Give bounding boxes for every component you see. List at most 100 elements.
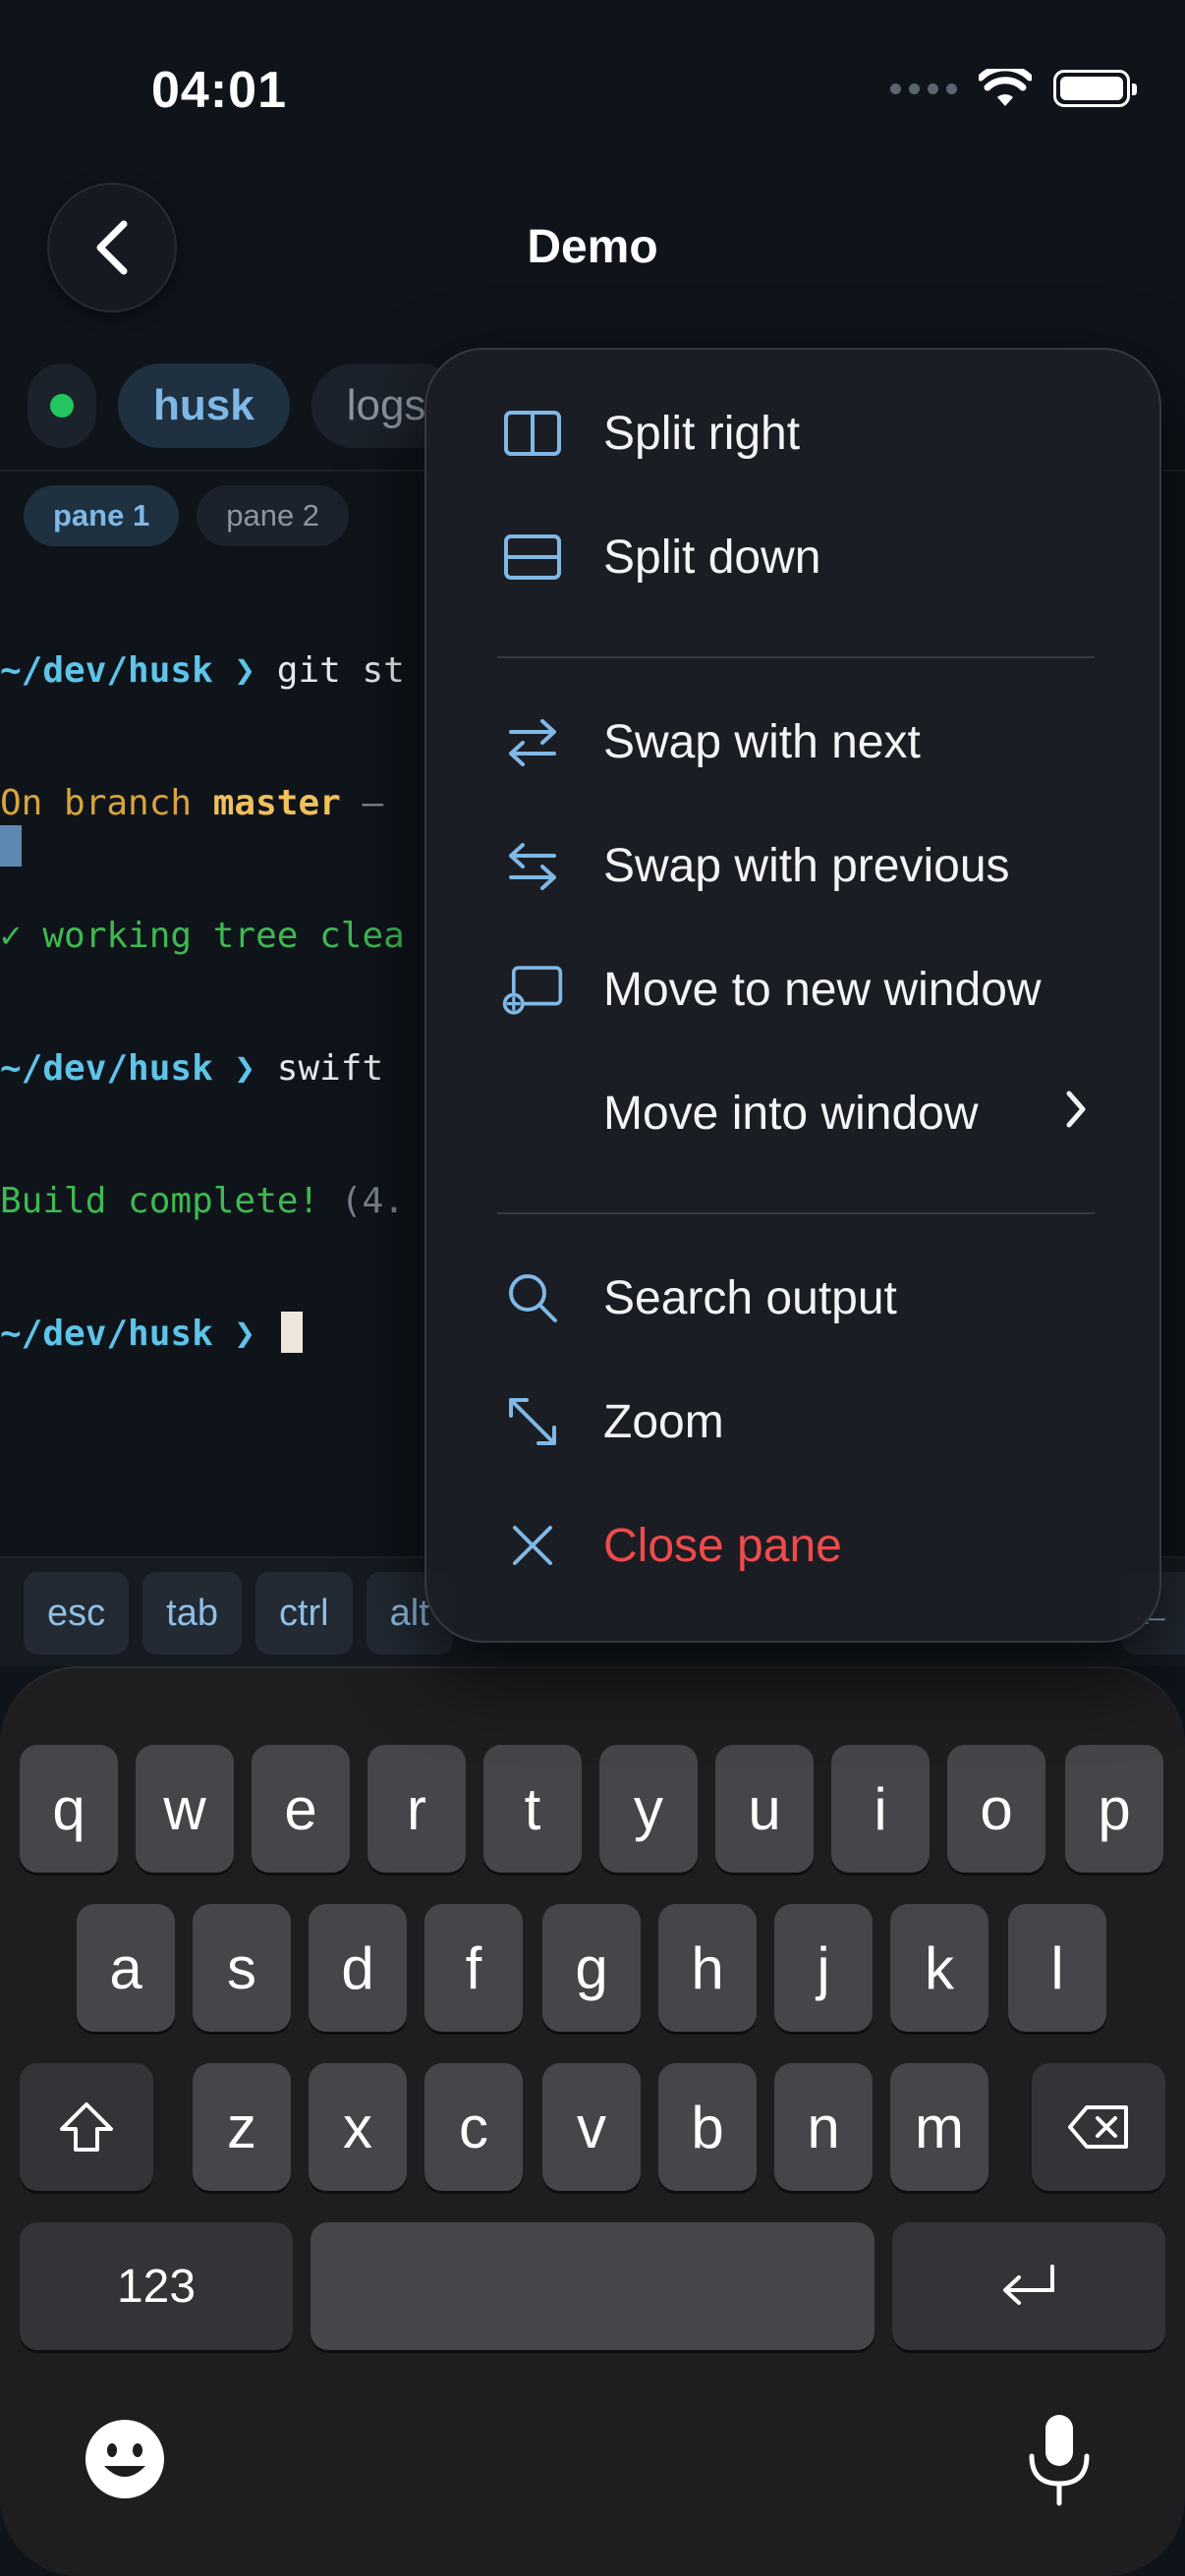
pane-context-menu: Split right Split down Swap with next Sw… <box>424 348 1161 1643</box>
output-text: — <box>340 783 384 823</box>
backspace-icon <box>1068 2105 1128 2149</box>
key-r[interactable]: r <box>367 1745 466 1873</box>
split-down-icon <box>501 526 564 588</box>
key-h[interactable]: h <box>658 1904 757 2032</box>
swap-icon <box>501 710 564 773</box>
key-x[interactable]: x <box>309 2063 407 2191</box>
pane-chip-1[interactable]: pane 1 <box>24 485 180 546</box>
key-j[interactable]: j <box>774 1904 873 2032</box>
cellular-signal-icon <box>890 83 957 94</box>
emoji-icon <box>85 2420 164 2498</box>
emoji-key[interactable] <box>81 2415 169 2503</box>
menu-item-split-down[interactable]: Split down <box>426 503 1163 611</box>
prompt: ~/dev/husk ❯ <box>0 1314 277 1354</box>
tab-husk[interactable]: husk <box>118 364 290 448</box>
key-s[interactable]: s <box>193 1904 291 2032</box>
split-right-icon <box>501 402 564 465</box>
terminal-line: ~/dev/husk ❯ git st <box>0 648 405 693</box>
key-w[interactable]: w <box>136 1745 234 1873</box>
menu-item-swap-previous[interactable]: Swap with previous <box>426 812 1163 920</box>
terminal-output[interactable]: ~/dev/husk ❯ git st On branch master — ✓… <box>0 560 405 1400</box>
menu-item-zoom[interactable]: Zoom <box>426 1368 1163 1476</box>
terminal-line: ~/dev/husk ❯ swift <box>0 1046 405 1091</box>
menu-item-label: Search output <box>603 1271 897 1324</box>
key-g[interactable]: g <box>542 1904 641 2032</box>
key-q[interactable]: q <box>20 1745 118 1873</box>
swap-icon <box>501 834 564 897</box>
connection-status <box>28 364 96 448</box>
output-text: On branch <box>0 783 213 823</box>
menu-item-label: Split down <box>603 531 821 584</box>
tab-key[interactable]: tab <box>142 1572 242 1654</box>
menu-item-label: Zoom <box>603 1395 724 1448</box>
key-l[interactable]: l <box>1008 1904 1106 2032</box>
status-dot-icon <box>50 394 74 418</box>
search-icon <box>501 1266 564 1329</box>
key-i[interactable]: i <box>831 1745 930 1873</box>
ctrl-key[interactable]: ctrl <box>254 1572 353 1654</box>
terminal-line: Build complete! (4. <box>0 1179 405 1223</box>
key-o[interactable]: o <box>947 1745 1045 1873</box>
menu-item-label: Split right <box>603 407 801 460</box>
key-t[interactable]: t <box>483 1745 582 1873</box>
command: swift <box>276 1048 384 1089</box>
pane-chip-2[interactable]: pane 2 <box>197 485 350 546</box>
output-text: (4. <box>340 1181 405 1221</box>
key-v[interactable]: v <box>542 2063 641 2191</box>
menu-item-label: Move into window <box>603 1087 979 1140</box>
terminal-line: ~/dev/husk ❯ <box>0 1312 405 1356</box>
menu-separator <box>497 656 1095 658</box>
key-b[interactable]: b <box>658 2063 757 2191</box>
key-z[interactable]: z <box>193 2063 291 2191</box>
chevron-right-icon <box>1063 1087 1089 1141</box>
menu-item-search-output[interactable]: Search output <box>426 1244 1163 1352</box>
key-c[interactable]: c <box>424 2063 523 2191</box>
key-f[interactable]: f <box>424 1904 523 2032</box>
terminal-line: ✓ working tree clea <box>0 914 405 958</box>
menu-item-swap-next[interactable]: Swap with next <box>426 688 1163 796</box>
shift-key[interactable] <box>20 2063 153 2191</box>
menu-item-move-new-window[interactable]: Move to new window <box>426 935 1163 1043</box>
menu-item-move-into-window[interactable]: Move into window <box>426 1059 1163 1167</box>
branch-name: master <box>212 783 341 823</box>
esc-key[interactable]: esc <box>24 1572 130 1654</box>
key-u[interactable]: u <box>715 1745 814 1873</box>
return-key[interactable] <box>892 2222 1165 2350</box>
space-bar[interactable] <box>310 2222 875 2350</box>
output-text: ✓ working tree clea <box>0 916 405 956</box>
key-y[interactable]: y <box>599 1745 698 1873</box>
pane-selector: pane 1 pane 2 <box>24 485 350 546</box>
battery-icon <box>1053 70 1137 107</box>
menu-item-split-right[interactable]: Split right <box>426 379 1163 487</box>
prompt: ~/dev/husk ❯ <box>0 1048 277 1089</box>
key-n[interactable]: n <box>774 2063 873 2191</box>
delete-key[interactable] <box>1032 2063 1165 2191</box>
menu-item-label: Move to new window <box>603 963 1042 1016</box>
terminal-cursor <box>280 1312 303 1353</box>
menu-item-label: Swap with next <box>603 715 921 768</box>
prompt: ~/dev/husk ❯ <box>0 650 277 691</box>
numbers-key[interactable]: 123 <box>20 2222 293 2350</box>
menu-separator <box>497 1212 1095 1214</box>
command: git st <box>276 650 405 691</box>
key-e[interactable]: e <box>252 1745 350 1873</box>
software-keyboard: q w e r t y u i o p a s d f g h j k l z … <box>0 1666 1185 2576</box>
return-icon <box>1003 2265 1054 2305</box>
key-k[interactable]: k <box>890 1904 988 2032</box>
terminal-line: On branch master — <box>0 781 405 825</box>
key-d[interactable]: d <box>309 1904 407 2032</box>
key-m[interactable]: m <box>890 2063 988 2191</box>
output-text: Build complete! <box>0 1181 341 1221</box>
key-a[interactable]: a <box>77 1904 175 2032</box>
new-window-icon <box>501 958 564 1021</box>
menu-item-close-pane[interactable]: Close pane <box>426 1491 1163 1599</box>
close-icon <box>501 1514 564 1577</box>
selection-handle[interactable] <box>0 825 22 867</box>
dictation-key[interactable] <box>1022 2411 1097 2509</box>
key-p[interactable]: p <box>1065 1745 1163 1873</box>
session-tabs: husk logs <box>28 364 462 448</box>
zoom-icon <box>501 1390 564 1453</box>
status-time: 04:01 <box>151 62 287 119</box>
microphone-icon <box>1029 2415 1090 2506</box>
shift-icon <box>60 2102 113 2152</box>
